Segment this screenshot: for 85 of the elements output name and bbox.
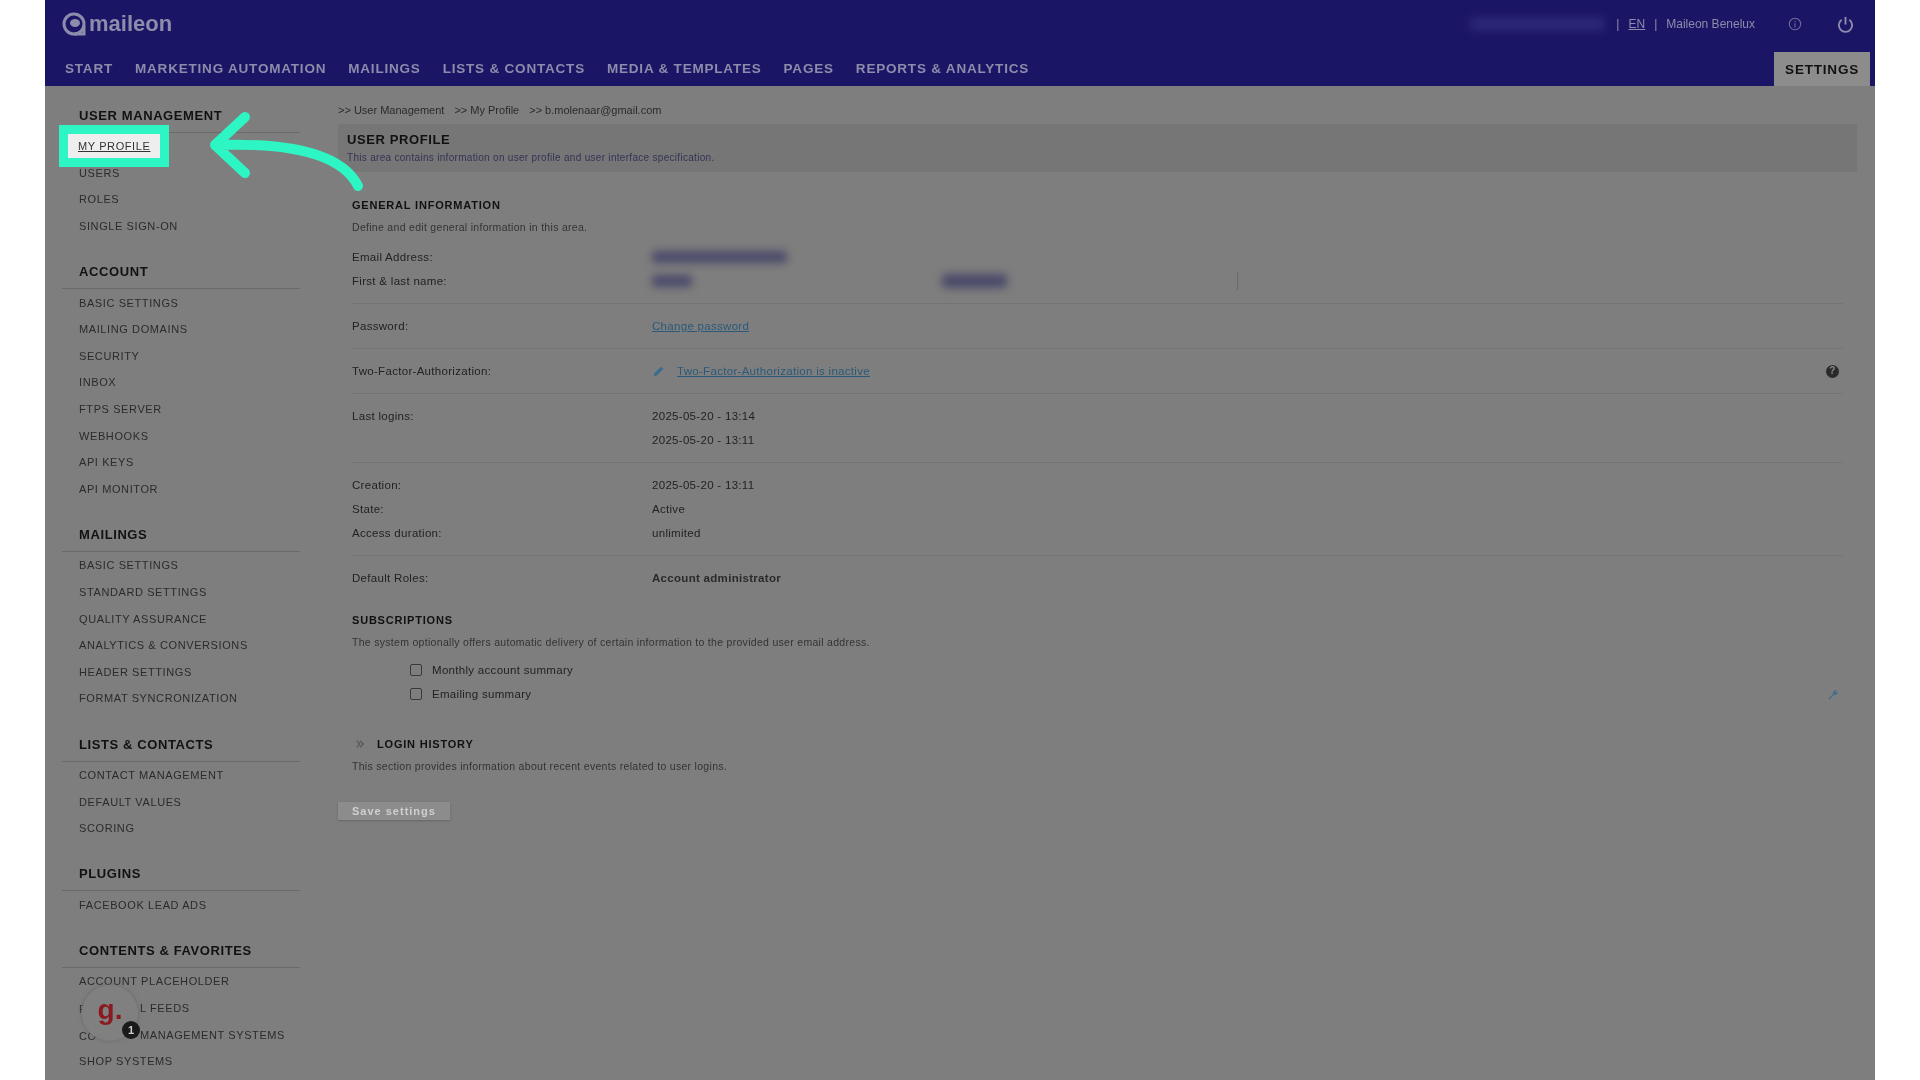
sidebar-item[interactable]: API MONITOR	[79, 482, 159, 495]
sidebar-item[interactable]: QUALITY ASSURANCE	[79, 612, 207, 625]
sidebar-item[interactable]: HEADER SETTINGS	[79, 665, 192, 678]
section-title: SUBSCRIPTIONS	[352, 614, 454, 626]
notification-badge: 1	[122, 1021, 140, 1039]
field-value: 2025-05-20 - 13:11	[652, 478, 755, 493]
widget-logo: g.	[97, 996, 123, 1024]
field-value: Account administrator	[652, 571, 781, 586]
section-title: GENERAL INFORMATION	[352, 199, 502, 211]
breadcrumb-link[interactable]: >> My Profile	[454, 104, 520, 116]
field-label: Two-Factor-Authorization:	[352, 364, 493, 379]
logo-text: maileon	[89, 11, 173, 37]
section-description: Define and edit general information in this area.	[352, 221, 589, 233]
sidebar-item[interactable]: L FEEDS	[140, 1001, 190, 1014]
sidebar-item[interactable]: ANALYTICS & CONVERSIONS	[79, 639, 248, 652]
breadcrumb-link[interactable]: >> b.molenaar@gmail.com	[529, 104, 662, 116]
sidebar-heading: PLUGINS	[62, 864, 300, 892]
panel-description: This area contains information on user profile and user interface specification.	[347, 152, 716, 163]
panel-title: USER PROFILE	[347, 132, 452, 147]
sidebar-item[interactable]: BASIC SETTINGS	[79, 559, 179, 572]
field-value: unlimited	[652, 526, 701, 541]
sidebar-item[interactable]: FACEBOOK LEAD ADS	[79, 898, 207, 911]
separator: |	[1654, 17, 1658, 31]
field-value: 2025-05-20 - 13:14	[652, 409, 756, 424]
sidebar-item[interactable]: BASIC SETTINGS	[79, 296, 179, 309]
sidebar-item[interactable]: ROLES	[79, 193, 120, 206]
nav-tab[interactable]: SETTINGS	[1774, 52, 1870, 86]
sidebar-item[interactable]: WEBHOOKS	[79, 429, 149, 442]
field-label: Access duration:	[352, 526, 443, 541]
field-label: Password:	[352, 319, 410, 334]
sidebar-item[interactable]: INBOX	[79, 376, 117, 389]
sidebar-item[interactable]: ACCOUNT PLACEHOLDER	[79, 975, 230, 988]
sidebar-item[interactable]: API KEYS	[79, 456, 134, 469]
blurred-value	[942, 274, 1007, 288]
logo-icon	[62, 12, 86, 36]
sidebar-item[interactable]: FORMAT SYNCRONIZATION	[79, 692, 238, 705]
field-label: State:	[352, 502, 385, 517]
nav-tab[interactable]: MAILINGS	[348, 61, 421, 86]
sidebar-item[interactable]: FTPS SERVER	[79, 403, 162, 416]
section-title[interactable]: LOGIN HISTORY	[377, 738, 474, 750]
chevron-icon[interactable]	[355, 739, 365, 749]
nav-tab[interactable]: PAGES	[783, 61, 834, 86]
breadcrumb-link[interactable]: >> User Management	[338, 104, 445, 116]
sidebar-item[interactable]: SHOP SYSTEMS	[79, 1055, 173, 1068]
separator: |	[1616, 17, 1620, 31]
section-description: The system optionally offers automatic delivery of certain information to the provided user email address.	[352, 636, 871, 648]
change-password-link[interactable]: Change password	[652, 320, 750, 332]
sidebar-item[interactable]: CONTACT MANAGEMENT	[79, 769, 224, 781]
sidebar-item[interactable]: MAILING DOMAINS	[79, 323, 188, 336]
field-label: First & last name:	[352, 274, 448, 289]
field-label: Last logins:	[352, 409, 415, 424]
checkbox[interactable]	[410, 688, 422, 700]
sidebar-item[interactable]: MANAGEMENT SYSTEMS	[140, 1028, 286, 1041]
sidebar-item[interactable]: MY PROFILE	[59, 125, 170, 168]
sidebar-heading: LISTS & CONTACTS	[62, 734, 300, 762]
sidebar-heading: MAILINGS	[62, 525, 300, 553]
checkbox-label: Emailing summary	[432, 688, 532, 700]
field-value: 2025-05-20 - 13:11	[652, 433, 756, 448]
sidebar-item[interactable]: STANDARD SETTINGS	[79, 586, 207, 598]
field-label: Default Roles:	[352, 571, 430, 586]
nav-tab[interactable]: MARKETING AUTOMATION	[135, 61, 327, 86]
nav-tab[interactable]: LISTS & CONTACTS	[442, 61, 585, 86]
field-label: Creation:	[352, 478, 403, 493]
sidebar-item[interactable]: DEFAULT VALUES	[79, 795, 182, 808]
info-icon[interactable]	[1788, 17, 1802, 31]
field-value: Active	[652, 502, 686, 517]
field-label: Email Address:	[352, 250, 434, 265]
nav-tab[interactable]: REPORTS & ANALYTICS	[855, 61, 1030, 86]
nav-tab[interactable]: MEDIA & TEMPLATES	[606, 61, 762, 86]
blurred-value	[652, 275, 692, 287]
sidebar-heading: CONTENTS & FAVORITES	[62, 941, 300, 969]
nav-tab[interactable]: START	[65, 61, 113, 86]
sidebar-heading: ACCOUNT	[62, 262, 300, 290]
checkbox-label: Monthly account summary	[432, 664, 574, 676]
account-name: Maileon Benelux	[1666, 17, 1755, 31]
two-factor-link[interactable]: Two-Factor-Authorization is inactive	[677, 365, 870, 377]
power-icon[interactable]	[1836, 14, 1855, 34]
sidebar-item[interactable]: SCORING	[79, 822, 135, 835]
sidebar-item[interactable]: SINGLE SIGN-ON	[79, 220, 178, 233]
help-icon[interactable]: ?	[1826, 364, 1839, 378]
section-description: This section provides information about recent events related to user logins.	[352, 760, 729, 772]
sidebar-item[interactable]: USERS	[79, 166, 120, 179]
language-link[interactable]: EN	[1628, 17, 1646, 31]
checkbox[interactable]	[410, 664, 422, 676]
sidebar-item[interactable]: SECURITY	[79, 349, 140, 362]
